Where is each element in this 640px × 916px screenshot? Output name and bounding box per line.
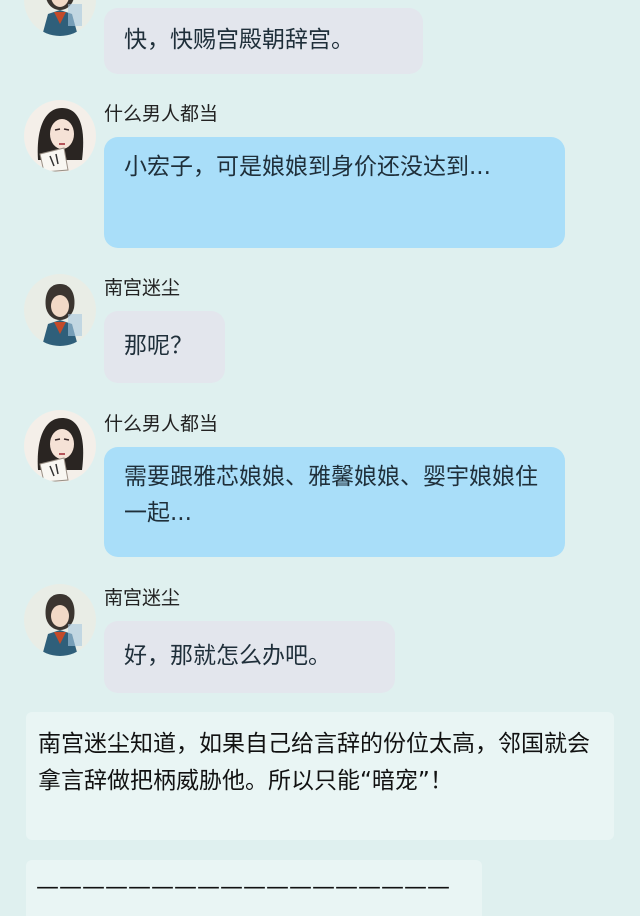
divider-line: —————————————————— <box>36 874 450 900</box>
avatar-nangong[interactable] <box>24 0 96 36</box>
message-bubble[interactable]: 好，那就怎么办吧。 <box>104 621 395 693</box>
avatar-nangong[interactable] <box>24 274 96 346</box>
message-bubble[interactable]: 需要跟雅芯娘娘、雅馨娘娘、婴宇娘娘住一起... <box>104 447 565 557</box>
message-bubble[interactable]: 那呢？ <box>104 311 225 383</box>
chat-view[interactable]: 快，快赐宫殿朝辞宫。 什么男人都当 小宏子，可是娘娘到身价还没达到... 南宫迷… <box>0 0 640 916</box>
avatar-nangong[interactable] <box>24 584 96 656</box>
message-bubble[interactable]: 快，快赐宫殿朝辞宫。 <box>104 8 423 74</box>
sender-name: 南宫迷尘 <box>104 277 181 299</box>
avatar-shenme[interactable] <box>24 100 96 172</box>
sender-name: 什么男人都当 <box>104 103 219 125</box>
sender-name: 什么男人都当 <box>104 413 219 435</box>
narration-text: 南宫迷尘知道，如果自己给言辞的份位太高，邻国就会拿言辞做把柄威胁他。所以只能“暗… <box>26 712 614 840</box>
divider-block: —————————————————— <box>26 860 482 916</box>
avatar-shenme[interactable] <box>24 410 96 482</box>
message-bubble[interactable]: 小宏子，可是娘娘到身价还没达到... <box>104 137 565 248</box>
sender-name: 南宫迷尘 <box>104 587 181 609</box>
